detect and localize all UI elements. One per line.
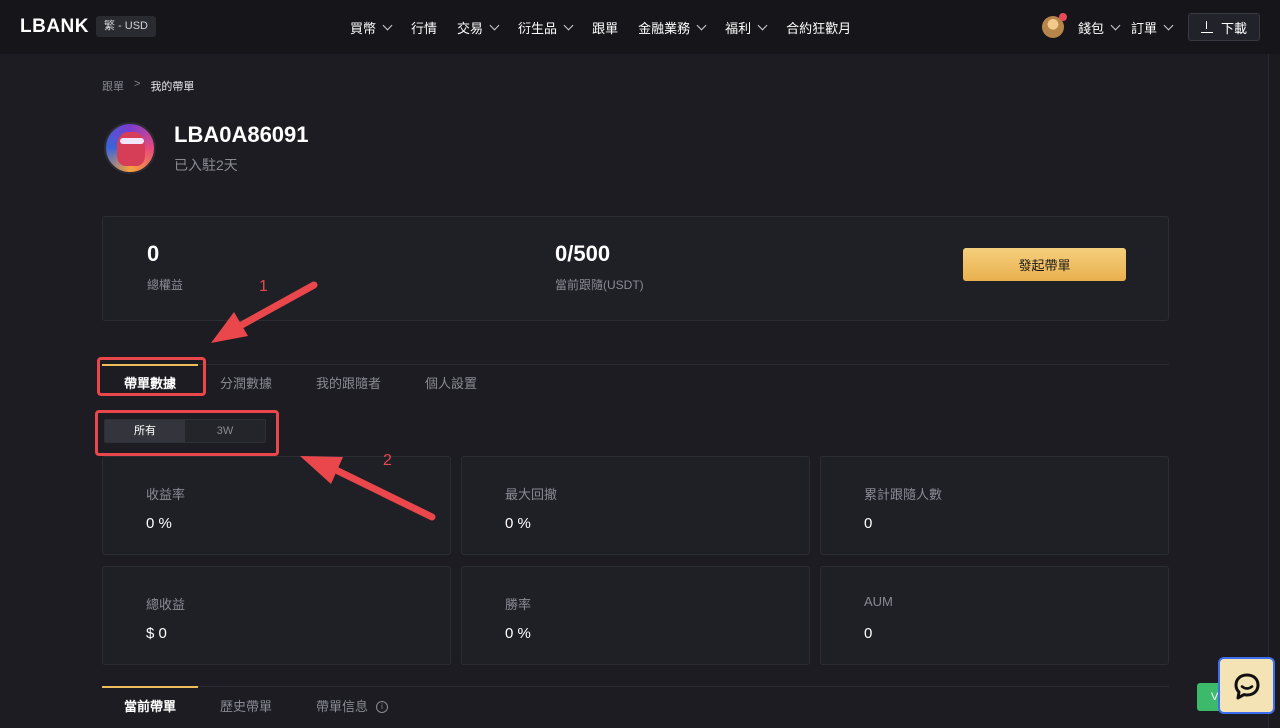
annotation-arrows xyxy=(211,281,436,521)
arrow-2 xyxy=(300,456,436,521)
chat-support-button[interactable] xyxy=(1218,657,1275,714)
arrow-1 xyxy=(211,281,318,343)
chat-bubble-icon xyxy=(1234,673,1259,699)
